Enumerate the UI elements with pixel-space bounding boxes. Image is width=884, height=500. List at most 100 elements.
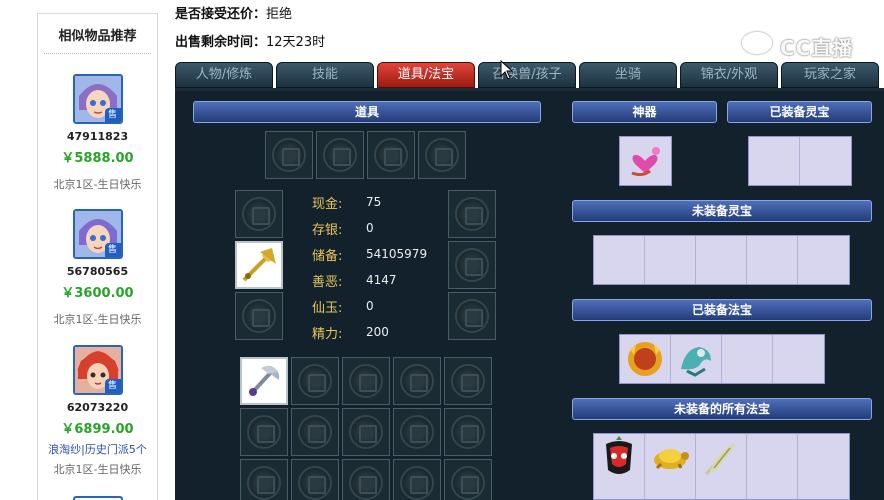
avatar[interactable]: 售 — [72, 74, 123, 124]
empty-slot-icon — [374, 138, 408, 172]
fabao-slot[interactable] — [671, 335, 722, 383]
inventory-slot[interactable] — [393, 357, 441, 405]
stat-value-cash: 75 — [366, 195, 382, 209]
equip-slot[interactable] — [265, 131, 313, 179]
lingbao-slot[interactable] — [696, 236, 747, 284]
unequipped-fabao-header: 未装备的所有法宝 — [572, 398, 872, 420]
avatar[interactable]: 售 — [72, 345, 123, 395]
item-tag[interactable]: 浪淘纱|历史门派5个 — [38, 441, 157, 457]
claw-weapon-icon — [249, 365, 280, 396]
recommend-item[interactable]: 售 62073220 ￥6899.00 浪淘纱|历史门派5个 北京1区-生日快乐 — [38, 345, 157, 477]
watermark-text: CC直播 — [780, 36, 854, 60]
mouse-cursor-icon — [500, 60, 514, 80]
empty-slot-icon — [455, 197, 489, 231]
unequipped-lingbao-slots — [593, 235, 850, 285]
tab-outfits[interactable]: 锦衣/外观 — [680, 62, 778, 88]
tab-items-fabao[interactable]: 道具/法宝 — [377, 62, 475, 88]
lingbao-slot[interactable] — [645, 236, 696, 284]
empty-slot-icon — [400, 466, 434, 500]
stat-value-jade: 0 — [366, 299, 374, 313]
equip-slot[interactable] — [448, 190, 496, 238]
item-id[interactable]: 62073220 — [38, 401, 157, 414]
item-id[interactable]: 47911823 — [38, 130, 157, 143]
weapon-trident-icon — [242, 248, 276, 282]
inventory-slot[interactable] — [240, 357, 288, 405]
inventory-slot[interactable] — [444, 408, 492, 456]
avatar[interactable] — [73, 496, 123, 500]
stat-value-deposit: 0 — [366, 221, 374, 235]
lingbao-slot[interactable] — [594, 236, 645, 284]
empty-slot-icon — [451, 364, 485, 398]
fabao-slot[interactable] — [798, 434, 849, 499]
equip-slot[interactable] — [448, 241, 496, 289]
tab-character[interactable]: 人物/修炼 — [175, 62, 273, 88]
fabao-slot[interactable] — [620, 335, 671, 383]
equip-slot[interactable] — [418, 131, 466, 179]
item-id[interactable]: 56780565 — [38, 265, 157, 278]
stat-label-cash: 现金: — [312, 197, 343, 212]
empty-slot-icon — [323, 138, 357, 172]
recommend-item[interactable]: 售 47911823 ￥5888.00 北京1区-生日快乐 — [38, 74, 157, 192]
item-price: ￥3600.00 — [61, 286, 134, 301]
inventory-slot[interactable] — [393, 408, 441, 456]
fabao-slot[interactable] — [645, 434, 696, 499]
recommend-item[interactable]: 售 56780565 ￥3600.00 北京1区-生日快乐 — [38, 209, 157, 327]
empty-slot-icon — [425, 138, 459, 172]
lingbao-slot[interactable] — [798, 236, 849, 284]
inventory-slot[interactable] — [444, 459, 492, 500]
equip-slot[interactable] — [367, 131, 415, 179]
tab-bar: 人物/修炼 技能 道具/法宝 召唤兽/孩子 坐骑 锦衣/外观 玩家之家 — [175, 62, 884, 88]
lingbao-slot[interactable] — [800, 137, 851, 185]
empty-slot-icon — [451, 415, 485, 449]
equip-slot[interactable] — [235, 292, 283, 340]
sell-badge: 售 — [104, 379, 121, 393]
feather-fabao-icon — [704, 442, 736, 476]
equip-slot[interactable] — [316, 131, 364, 179]
empty-slot-icon — [349, 415, 383, 449]
teal-beast-fabao-icon — [681, 347, 711, 377]
stat-label-deposit: 存银: — [312, 223, 343, 238]
fabao-slot[interactable] — [722, 335, 773, 383]
shenqi-slot[interactable] — [620, 137, 671, 185]
tab-skills[interactable]: 技能 — [276, 62, 374, 88]
inventory-slot[interactable] — [291, 357, 339, 405]
equip-slot[interactable] — [235, 241, 283, 289]
item-server: 北京1区-生日快乐 — [53, 313, 142, 326]
tab-player-home[interactable]: 玩家之家 — [781, 62, 879, 88]
fabao-slot[interactable] — [594, 434, 645, 499]
fabao-slot[interactable] — [696, 434, 747, 499]
lingbao-slot[interactable] — [749, 137, 800, 185]
empty-slot-icon — [247, 415, 281, 449]
fabao-slot[interactable] — [773, 335, 824, 383]
inventory-slot[interactable] — [291, 408, 339, 456]
empty-slot-icon — [451, 466, 485, 500]
tab-summons[interactable]: 召唤兽/孩子 — [478, 62, 576, 88]
fabao-slot[interactable] — [747, 434, 798, 499]
inventory-slot[interactable] — [342, 408, 390, 456]
items-panel: 道具 现金: 75 存银: 0 储备: 54105979 善恶: 4147 仙玉… — [175, 91, 884, 500]
inventory-slot[interactable] — [342, 357, 390, 405]
time-left-info: 出售剩余时间：12天23时 — [175, 31, 325, 50]
sell-badge: 售 — [104, 108, 121, 122]
counter-offer-value: 拒绝 — [266, 7, 293, 22]
inventory-slot[interactable] — [444, 357, 492, 405]
inventory-slot[interactable] — [240, 408, 288, 456]
golden-mask-fabao-icon — [628, 342, 662, 376]
stat-value-reserve: 54105979 — [366, 247, 428, 261]
empty-slot-icon — [298, 466, 332, 500]
inventory-slot[interactable] — [393, 459, 441, 500]
avatar[interactable]: 售 — [72, 209, 123, 259]
counter-offer-info: 是否接受还价：拒绝 — [175, 3, 292, 22]
shenqi-slots — [619, 136, 672, 186]
tab-mounts[interactable]: 坐骑 — [579, 62, 677, 88]
sell-badge: 售 — [104, 243, 121, 257]
equip-slot[interactable] — [235, 190, 283, 238]
empty-slot-icon — [400, 415, 434, 449]
inventory-slot[interactable] — [291, 459, 339, 500]
lingbao-slot[interactable] — [747, 236, 798, 284]
inventory-slot[interactable] — [342, 459, 390, 500]
inventory-slot[interactable] — [240, 459, 288, 500]
golden-turtle-fabao-icon — [654, 449, 689, 470]
equip-slot[interactable] — [448, 292, 496, 340]
shenqi-header: 神器 — [572, 101, 717, 123]
